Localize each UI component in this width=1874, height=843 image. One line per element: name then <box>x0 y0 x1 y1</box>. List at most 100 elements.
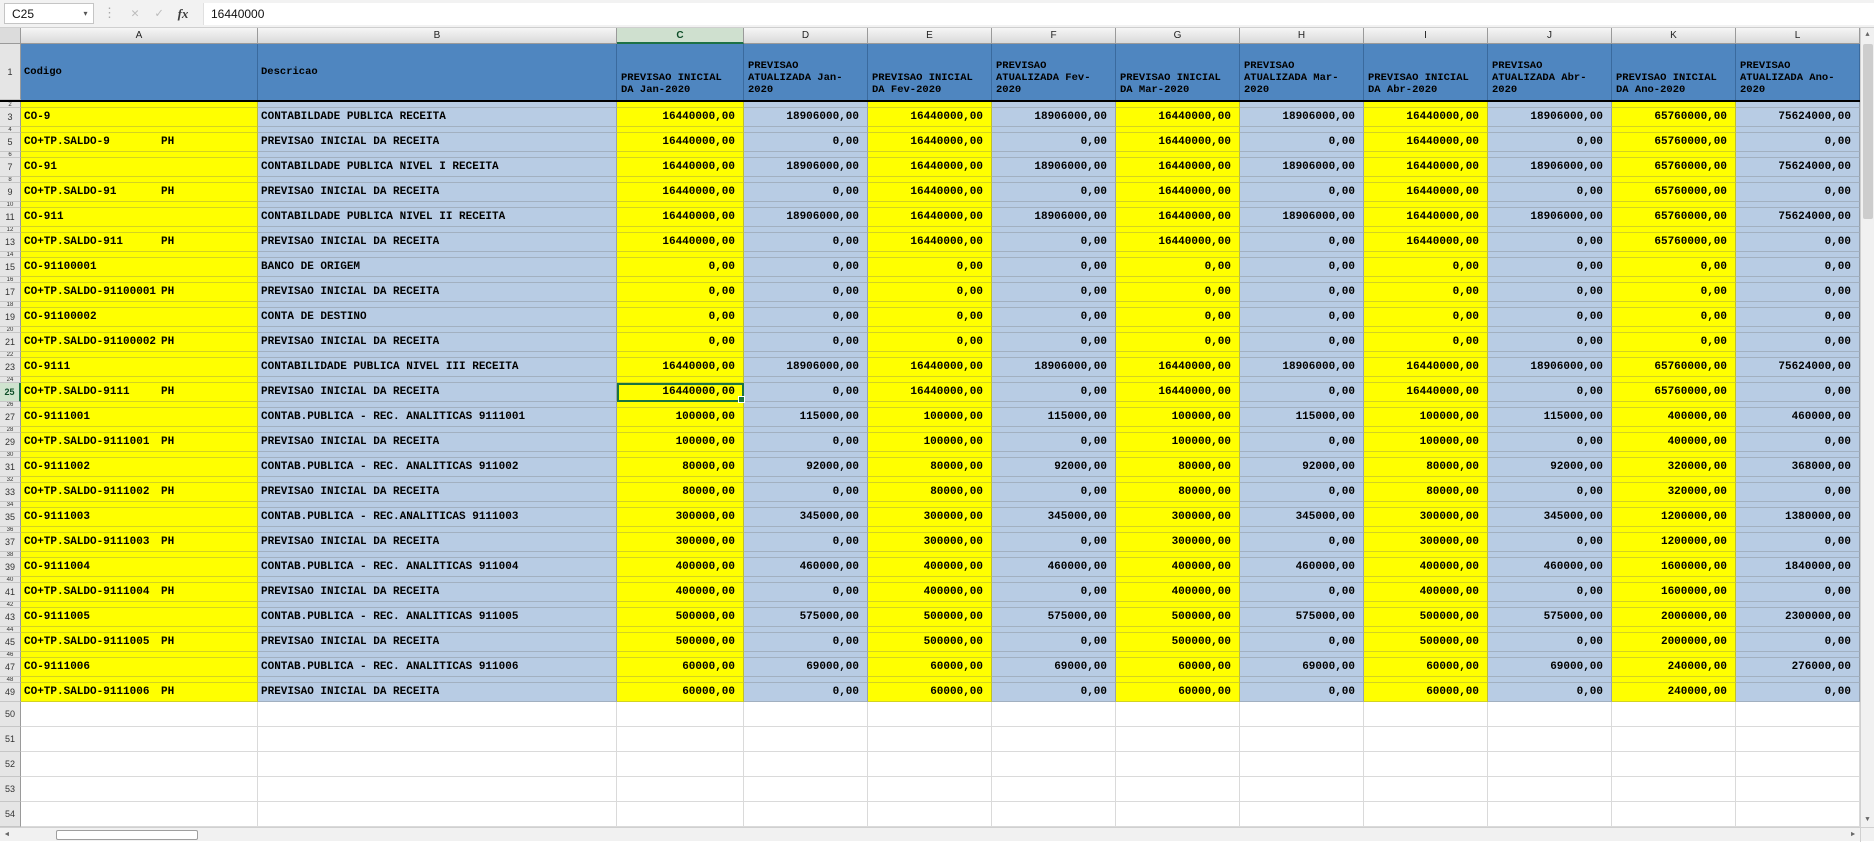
cell-A49[interactable]: CO+TP.SALDO-9111006 PH <box>21 683 258 702</box>
cell-B37[interactable]: PREVISAO INICIAL DA RECEITA <box>258 533 617 552</box>
cell-L51[interactable] <box>1736 727 1860 752</box>
cell-I3[interactable]: 16440000,00 <box>1364 108 1488 127</box>
row-header-27[interactable]: 27 <box>0 408 21 427</box>
cell-E52[interactable] <box>868 752 992 777</box>
select-all-corner[interactable] <box>0 28 21 44</box>
cell-C7[interactable]: 16440000,00 <box>617 158 744 177</box>
cell-D11[interactable]: 18906000,00 <box>744 208 868 227</box>
cell-C3[interactable]: 16440000,00 <box>617 108 744 127</box>
cell-J35[interactable]: 345000,00 <box>1488 508 1612 527</box>
cell-D49[interactable]: 0,00 <box>744 683 868 702</box>
cell-I17[interactable]: 0,00 <box>1364 283 1488 302</box>
row-header-35[interactable]: 35 <box>0 508 21 527</box>
cell-E21[interactable]: 0,00 <box>868 333 992 352</box>
cell-D5[interactable]: 0,00 <box>744 133 868 152</box>
cell-G39[interactable]: 400000,00 <box>1116 558 1240 577</box>
cell-I15[interactable]: 0,00 <box>1364 258 1488 277</box>
column-header-F[interactable]: F <box>992 28 1116 44</box>
cell-C17[interactable]: 0,00 <box>617 283 744 302</box>
cell-B1[interactable]: Descricao <box>258 44 617 100</box>
cell-D27[interactable]: 115000,00 <box>744 408 868 427</box>
cell-A29[interactable]: CO+TP.SALDO-9111001 PH <box>21 433 258 452</box>
cell-B3[interactable]: CONTABILDADE PUBLICA RECEITA <box>258 108 617 127</box>
cell-J39[interactable]: 460000,00 <box>1488 558 1612 577</box>
cell-K3[interactable]: 65760000,00 <box>1612 108 1736 127</box>
cell-D17[interactable]: 0,00 <box>744 283 868 302</box>
cell-K13[interactable]: 65760000,00 <box>1612 233 1736 252</box>
cell-F11[interactable]: 18906000,00 <box>992 208 1116 227</box>
cell-E17[interactable]: 0,00 <box>868 283 992 302</box>
cell-I49[interactable]: 60000,00 <box>1364 683 1488 702</box>
row-header-50[interactable]: 50 <box>0 702 21 727</box>
cell-E9[interactable]: 16440000,00 <box>868 183 992 202</box>
cell-J51[interactable] <box>1488 727 1612 752</box>
cell-J29[interactable]: 0,00 <box>1488 433 1612 452</box>
cell-L43[interactable]: 2300000,00 <box>1736 608 1860 627</box>
cell-L23[interactable]: 75624000,00 <box>1736 358 1860 377</box>
cell-D51[interactable] <box>744 727 868 752</box>
cell-G47[interactable]: 60000,00 <box>1116 658 1240 677</box>
cell-E23[interactable]: 16440000,00 <box>868 358 992 377</box>
cell-F50[interactable] <box>992 702 1116 727</box>
cell-B39[interactable]: CONTAB.PUBLICA - REC. ANALITICAS 911004 <box>258 558 617 577</box>
cell-I7[interactable]: 16440000,00 <box>1364 158 1488 177</box>
cell-G17[interactable]: 0,00 <box>1116 283 1240 302</box>
cell-K29[interactable]: 400000,00 <box>1612 433 1736 452</box>
cell-I54[interactable] <box>1364 802 1488 827</box>
cell-D13[interactable]: 0,00 <box>744 233 868 252</box>
cell-I5[interactable]: 16440000,00 <box>1364 133 1488 152</box>
cell-E15[interactable]: 0,00 <box>868 258 992 277</box>
cell-C31[interactable]: 80000,00 <box>617 458 744 477</box>
cell-G27[interactable]: 100000,00 <box>1116 408 1240 427</box>
cell-L50[interactable] <box>1736 702 1860 727</box>
cell-G13[interactable]: 16440000,00 <box>1116 233 1240 252</box>
cell-I19[interactable]: 0,00 <box>1364 308 1488 327</box>
cell-K25[interactable]: 65760000,00 <box>1612 383 1736 402</box>
cell-K39[interactable]: 1600000,00 <box>1612 558 1736 577</box>
row-header-1[interactable]: 1 <box>0 44 21 100</box>
cell-H33[interactable]: 0,00 <box>1240 483 1364 502</box>
cell-D35[interactable]: 345000,00 <box>744 508 868 527</box>
column-header-J[interactable]: J <box>1488 28 1612 44</box>
cell-I35[interactable]: 300000,00 <box>1364 508 1488 527</box>
cell-L54[interactable] <box>1736 802 1860 827</box>
cell-F5[interactable]: 0,00 <box>992 133 1116 152</box>
cell-K35[interactable]: 1200000,00 <box>1612 508 1736 527</box>
cell-A37[interactable]: CO+TP.SALDO-9111003 PH <box>21 533 258 552</box>
name-box-dropdown-icon[interactable]: ▾ <box>78 9 93 18</box>
cell-B50[interactable] <box>258 702 617 727</box>
cell-L35[interactable]: 1380000,00 <box>1736 508 1860 527</box>
cell-H43[interactable]: 575000,00 <box>1240 608 1364 627</box>
row-header-5[interactable]: 5 <box>0 133 21 152</box>
scroll-left-icon[interactable]: ◄ <box>0 828 14 842</box>
cell-H50[interactable] <box>1240 702 1364 727</box>
enter-icon[interactable]: ✓ <box>147 3 171 25</box>
cell-F3[interactable]: 18906000,00 <box>992 108 1116 127</box>
cell-G1[interactable]: PREVISAO INICIAL DA Mar-2020 <box>1116 44 1240 100</box>
cell-I33[interactable]: 80000,00 <box>1364 483 1488 502</box>
cell-J49[interactable]: 0,00 <box>1488 683 1612 702</box>
cell-B33[interactable]: PREVISAO INICIAL DA RECEITA <box>258 483 617 502</box>
cell-C9[interactable]: 16440000,00 <box>617 183 744 202</box>
cell-B21[interactable]: PREVISAO INICIAL DA RECEITA <box>258 333 617 352</box>
cell-B5[interactable]: PREVISAO INICIAL DA RECEITA <box>258 133 617 152</box>
row-header-43[interactable]: 43 <box>0 608 21 627</box>
cell-C27[interactable]: 100000,00 <box>617 408 744 427</box>
cell-F45[interactable]: 0,00 <box>992 633 1116 652</box>
cell-D41[interactable]: 0,00 <box>744 583 868 602</box>
cell-A15[interactable]: CO-91100001 <box>21 258 258 277</box>
cell-G33[interactable]: 80000,00 <box>1116 483 1240 502</box>
cell-J33[interactable]: 0,00 <box>1488 483 1612 502</box>
cell-B9[interactable]: PREVISAO INICIAL DA RECEITA <box>258 183 617 202</box>
cell-C39[interactable]: 400000,00 <box>617 558 744 577</box>
cell-H53[interactable] <box>1240 777 1364 802</box>
cell-I1[interactable]: PREVISAO INICIAL DA Abr-2020 <box>1364 44 1488 100</box>
cell-B25[interactable]: PREVISAO INICIAL DA RECEITA <box>258 383 617 402</box>
cell-E51[interactable] <box>868 727 992 752</box>
cell-J27[interactable]: 115000,00 <box>1488 408 1612 427</box>
row-header-11[interactable]: 11 <box>0 208 21 227</box>
cell-H29[interactable]: 0,00 <box>1240 433 1364 452</box>
cell-H17[interactable]: 0,00 <box>1240 283 1364 302</box>
cell-F17[interactable]: 0,00 <box>992 283 1116 302</box>
cell-E7[interactable]: 16440000,00 <box>868 158 992 177</box>
